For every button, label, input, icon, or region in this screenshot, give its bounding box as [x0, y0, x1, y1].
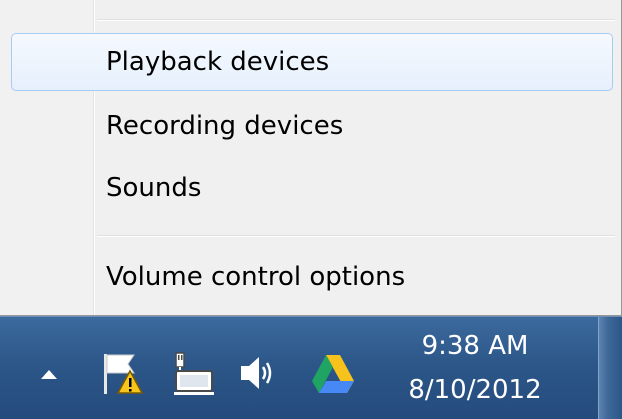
menu-item-playback-devices[interactable]: Playback devices: [11, 33, 613, 91]
menu-item-label: Recording devices: [106, 111, 344, 141]
network-icon[interactable]: [170, 351, 216, 397]
menu-separator-top: [97, 19, 615, 21]
menu-separator: [97, 235, 615, 237]
chevron-up-icon[interactable]: [38, 367, 60, 383]
menu-item-label: Sounds: [106, 173, 202, 203]
show-desktop-button[interactable]: [598, 317, 622, 419]
action-center-flag-icon[interactable]: [100, 351, 144, 397]
clock-time: 9:38 AM: [421, 331, 529, 361]
volume-context-menu: Playback devices Recording devices Sound…: [0, 0, 622, 316]
screen: Playback devices Recording devices Sound…: [0, 0, 622, 419]
speaker-icon[interactable]: [238, 353, 280, 393]
taskbar-clock[interactable]: 9:38 AM 8/10/2012: [390, 325, 560, 415]
google-drive-icon[interactable]: [310, 353, 356, 395]
menu-item-label: Playback devices: [106, 47, 330, 77]
clock-date: 8/10/2012: [408, 375, 542, 405]
menu-item-sounds[interactable]: Sounds: [11, 159, 613, 217]
taskbar: 9:38 AM 8/10/2012: [0, 316, 622, 419]
menu-item-recording-devices[interactable]: Recording devices: [11, 97, 613, 155]
menu-item-label: Volume control options: [106, 262, 406, 292]
menu-item-volume-control-options[interactable]: Volume control options: [11, 248, 613, 306]
